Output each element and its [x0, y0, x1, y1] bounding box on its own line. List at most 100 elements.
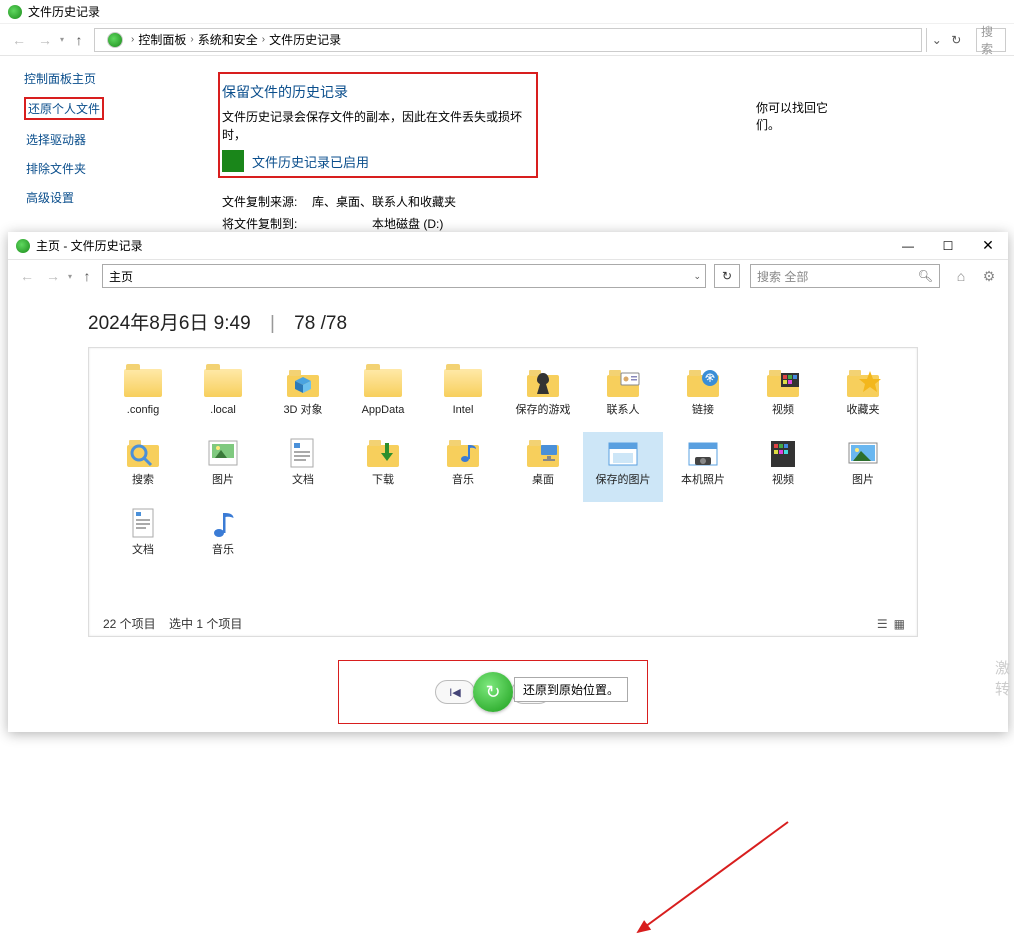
file-item[interactable]: 文档: [103, 502, 183, 572]
folder-video-icon: [761, 364, 805, 402]
annotation-arrow: [628, 812, 808, 952]
search-input[interactable]: 搜索 全部 🔍︎: [750, 264, 940, 288]
file-label: AppData: [362, 404, 405, 416]
files-panel: .config .local3D 对象 AppData Intel 保存的游戏 联系人 链接…: [88, 347, 918, 637]
file-label: 图片: [212, 474, 234, 486]
chevron-down-icon[interactable]: ⌄: [693, 271, 701, 282]
file-item[interactable]: 视频: [743, 432, 823, 502]
breadcrumb-item[interactable]: 系统和安全: [198, 31, 258, 48]
address-buttons[interactable]: ⌄↻: [926, 28, 966, 52]
picture-file-icon: [841, 434, 885, 472]
selection-count: 选中 1 个项目: [169, 617, 242, 631]
file-item[interactable]: 保存的游戏: [503, 362, 583, 432]
file-item[interactable]: 保存的图片: [583, 432, 663, 502]
file-label: 音乐: [212, 544, 234, 556]
icon-view-icon[interactable]: ▦: [894, 617, 905, 631]
file-item[interactable]: 视频: [743, 362, 823, 432]
snapshot-date: 2024年8月6日 9:49: [88, 313, 251, 334]
folder-down-icon: [361, 434, 405, 472]
file-item[interactable]: .local: [183, 362, 263, 432]
content-area: 2024年8月6日 9:49 | 78 /78 .config .local3D …: [8, 292, 1008, 637]
file-item[interactable]: 搜索: [103, 432, 183, 502]
sidebar-item-restore[interactable]: 还原个人文件: [24, 97, 104, 120]
file-label: .config: [127, 404, 159, 416]
back-button[interactable]: ←: [16, 265, 38, 287]
details: 文件复制来源:库、桌面、联系人和收藏夹 将文件复制到:本地磁盘 (D:): [222, 192, 830, 235]
search-input[interactable]: 搜索: [976, 28, 1006, 52]
file-label: 文档: [292, 474, 314, 486]
back-button[interactable]: ←: [8, 29, 30, 51]
maximize-button[interactable]: ☐: [928, 232, 968, 260]
sidebar-item-advanced[interactable]: 高级设置: [24, 188, 76, 207]
file-item[interactable]: 桌面: [503, 432, 583, 502]
restore-button[interactable]: ↻: [473, 672, 513, 712]
sidebar-header[interactable]: 控制面板主页: [24, 70, 180, 87]
file-item[interactable]: AppData: [343, 362, 423, 432]
close-button[interactable]: ✕: [968, 232, 1008, 260]
forward-button[interactable]: →: [34, 29, 56, 51]
file-label: Intel: [453, 404, 474, 416]
description-tail: 你可以找回它们。: [756, 99, 830, 133]
file-item[interactable]: 本机照片: [663, 432, 743, 502]
file-item[interactable]: 音乐: [183, 502, 263, 572]
folder-icon: [121, 364, 165, 402]
saved-pic-icon: [601, 434, 645, 472]
highlight-box: 保留文件的历史记录 文件历史记录会保存文件的副本，因此在文件丢失或损坏时， 文件…: [218, 72, 538, 178]
file-label: 联系人: [607, 404, 640, 416]
file-item[interactable]: 联系人: [583, 362, 663, 432]
nav-bar: ← → ▾ ↑ 主页 ⌄ ↻ 搜索 全部 🔍︎ ⌂ ⚙: [8, 260, 1008, 292]
up-button[interactable]: ↑: [68, 29, 90, 51]
file-label: 桌面: [532, 474, 554, 486]
file-label: 搜索: [132, 474, 154, 486]
description: 文件历史记录会保存文件的副本，因此在文件丢失或损坏时，: [222, 108, 526, 144]
folder-3d-icon: [281, 364, 325, 402]
file-label: 保存的游戏: [516, 404, 571, 416]
folder-desktop-icon: [521, 434, 565, 472]
window-title: 文件历史记录: [28, 3, 100, 20]
breadcrumb-item[interactable]: 文件历史记录: [269, 31, 341, 48]
history-dropdown[interactable]: ▾: [68, 272, 72, 281]
file-item[interactable]: 链接: [663, 362, 743, 432]
snapshot-info: 2024年8月6日 9:49 | 78 /78: [88, 308, 1008, 335]
titlebar: 文件历史记录: [0, 0, 1014, 24]
watermark: 激 转: [995, 658, 1010, 700]
window-title: 主页 - 文件历史记录: [36, 237, 888, 254]
details-view-icon[interactable]: ☰: [877, 617, 888, 631]
file-label: 本机照片: [681, 474, 725, 486]
files-grid: .config .local3D 对象 AppData Intel 保存的游戏 联系人 链接…: [103, 362, 909, 611]
prev-version-button[interactable]: I◀: [435, 680, 475, 704]
file-label: 下载: [372, 474, 394, 486]
up-button[interactable]: ↑: [76, 265, 98, 287]
page-heading: 保留文件的历史记录: [222, 82, 526, 102]
view-switcher[interactable]: ☰ ▦: [877, 617, 905, 631]
status-text: 文件历史记录已启用: [252, 152, 369, 171]
minimize-button[interactable]: —: [888, 232, 928, 260]
file-item[interactable]: 下载: [343, 432, 423, 502]
file-item[interactable]: 图片: [183, 432, 263, 502]
history-dropdown[interactable]: ▾: [60, 35, 64, 44]
gear-icon[interactable]: ⚙: [978, 265, 1000, 287]
page-current: 78: [294, 313, 315, 334]
refresh-button[interactable]: ↻: [714, 264, 740, 288]
forward-button[interactable]: →: [42, 265, 64, 287]
file-item[interactable]: 3D 对象: [263, 362, 343, 432]
file-item[interactable]: .config: [103, 362, 183, 432]
address-icon: [107, 32, 123, 48]
page-total: 78: [326, 313, 347, 334]
breadcrumb[interactable]: › 控制面板 › 系统和安全 › 文件历史记录: [94, 28, 922, 52]
pictures-icon: [201, 434, 245, 472]
file-item[interactable]: 图片: [823, 432, 903, 502]
folder-contacts-icon: [601, 364, 645, 402]
file-label: 收藏夹: [847, 404, 880, 416]
documents-icon: [281, 434, 325, 472]
file-item[interactable]: 音乐: [423, 432, 503, 502]
home-icon[interactable]: ⌂: [950, 265, 972, 287]
address-bar[interactable]: 主页 ⌄: [102, 264, 706, 288]
sidebar-item-drive[interactable]: 选择驱动器: [24, 130, 88, 149]
file-item[interactable]: 收藏夹: [823, 362, 903, 432]
file-item[interactable]: 文档: [263, 432, 343, 502]
file-item[interactable]: Intel: [423, 362, 503, 432]
breadcrumb-item[interactable]: 控制面板: [138, 31, 186, 48]
folder-links-icon: [681, 364, 725, 402]
sidebar-item-exclude[interactable]: 排除文件夹: [24, 159, 88, 178]
